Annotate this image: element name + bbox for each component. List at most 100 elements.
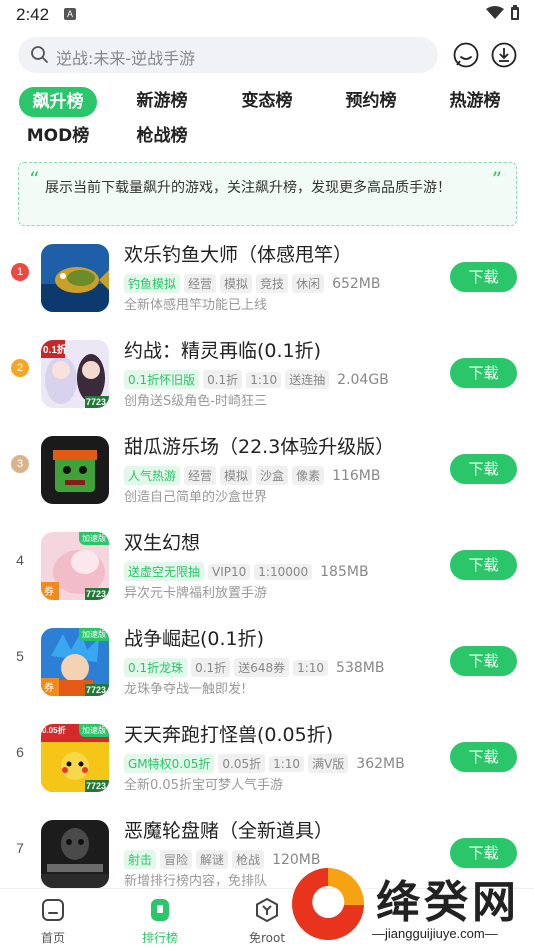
home-icon: [42, 899, 64, 921]
ranking-description-banner: “ 展示当前下载量飙升的游戏，关注飙升榜，发现更多高品质手游！ ”: [18, 162, 517, 226]
game-size: 116MB: [332, 467, 381, 484]
source-badge: 7723: [85, 589, 106, 599]
watermark-brand: 绛癸网: [376, 877, 520, 928]
game-size: 185MB: [320, 563, 369, 580]
game-title: 双生幻想: [124, 532, 201, 554]
game-title: 天天奔跑打怪兽(0.05折): [124, 724, 334, 746]
tab-hot-games[interactable]: 热游榜: [436, 86, 514, 116]
message-icon[interactable]: [452, 41, 480, 69]
game-icon-date-a-live[interactable]: 0.1折 7723: [41, 340, 109, 408]
list-item[interactable]: 6 0.05折 加速版 7723 天天奔跑打怪兽(0.05折) GM特权0.05…: [0, 716, 534, 806]
tag: 满V版: [308, 754, 349, 773]
tag: 枪战: [232, 850, 265, 869]
tag: 0.1折: [203, 370, 243, 389]
tag: 沙盒: [256, 466, 289, 485]
game-description: 新增排行榜内容，免排队: [124, 874, 268, 889]
rank-badge: 1: [11, 263, 29, 281]
list-item[interactable]: 5 加速版 券 7723 战争崛起(0.1折) 0.1折龙珠 0.1折 送648…: [0, 620, 534, 710]
game-icon-war-rise[interactable]: 加速版 券 7723: [41, 628, 109, 696]
search-icon: [31, 46, 48, 63]
source-badge: 7723: [85, 685, 106, 695]
tab-shooter[interactable]: 枪战榜: [123, 121, 201, 151]
game-tags: GM特权0.05折 0.05折 1:10 满V版 362MB: [124, 754, 405, 773]
tab-bt-games[interactable]: 变态榜: [228, 86, 306, 116]
list-item[interactable]: 2 0.1折 7723 约战：精灵再临(0.1折) 0.1折怀旧版 0.1折 1…: [0, 332, 534, 422]
nav-label: 排行榜: [141, 931, 178, 945]
list-item[interactable]: 1 欢乐钓鱼大师（体感甩竿） 钓鱼模拟 经营 模拟 竞技 休闲 652MB 全新…: [0, 236, 534, 326]
download-button[interactable]: 下载: [450, 646, 517, 676]
download-button[interactable]: 下载: [450, 454, 517, 484]
tab-reservation[interactable]: 预约榜: [332, 86, 410, 116]
tag: 模拟: [220, 274, 253, 293]
status-bar: 2:42 A: [0, 0, 534, 30]
notification-a-icon: A: [64, 8, 76, 20]
game-icon-daily-run[interactable]: 0.05折 加速版 7723: [41, 724, 109, 792]
close-quote-icon: ”: [491, 167, 502, 191]
coupon-badge: 券: [44, 683, 54, 694]
tab-mod[interactable]: MOD榜: [19, 121, 97, 151]
nav-home[interactable]: 首页: [8, 889, 98, 951]
tag: 冒险: [160, 850, 193, 869]
tag: 1:10: [246, 371, 282, 388]
game-tags: 人气热游 经营 模拟 沙盒 像素 116MB: [124, 466, 380, 485]
tag: 经营: [184, 466, 217, 485]
coupon-badge: 券: [44, 587, 54, 598]
search-placeholder: 逆战:未来-逆战手游: [56, 49, 196, 68]
game-description: 全新0.05折宝可梦人气手游: [124, 778, 283, 793]
banner-text: 展示当前下载量飙升的游戏，关注飙升榜，发现更多高品质手游！: [45, 180, 451, 196]
nav-ranking[interactable]: 排行榜: [115, 889, 205, 951]
game-title: 欢乐钓鱼大师（体感甩竿）: [124, 244, 353, 266]
game-tags: 0.1折怀旧版 0.1折 1:10 送连抽 2.04GB: [124, 370, 389, 389]
rank-badge: 3: [11, 455, 29, 473]
tab-soaring[interactable]: 飙升榜: [19, 87, 97, 117]
rank-badge: 2: [11, 359, 29, 377]
download-button[interactable]: 下载: [450, 358, 517, 388]
tag: 0.1折: [191, 658, 231, 677]
game-size: 2.04GB: [337, 371, 389, 388]
tag: 射击: [124, 850, 157, 869]
tag: 1:10000: [254, 563, 313, 580]
open-quote-icon: “: [29, 167, 40, 191]
tag: VIP10: [208, 563, 251, 580]
game-description: 异次元卡牌福利放置手游: [124, 586, 268, 601]
search-input[interactable]: 逆战:未来-逆战手游: [18, 37, 438, 73]
game-icon-melon-playground[interactable]: [41, 436, 109, 504]
game-size: 362MB: [356, 755, 405, 772]
discount-badge: 0.1折: [43, 345, 67, 356]
source-badge: 7723: [85, 397, 106, 407]
game-tags: 送虚空无限抽 VIP10 1:10000 185MB: [124, 562, 369, 581]
list-item[interactable]: 4 加速版 券 7723 双生幻想 送虚空无限抽 VIP10 1:10000 1…: [0, 524, 534, 614]
tag: 解谜: [196, 850, 229, 869]
tag: 像素: [292, 466, 325, 485]
tag: 0.05折: [218, 754, 266, 773]
tag: 0.1折怀旧版: [124, 370, 200, 389]
status-time: 2:42: [16, 5, 50, 24]
tag: 竞技: [256, 274, 289, 293]
game-icon-fishing[interactable]: [41, 244, 109, 312]
rank-badge: 4: [16, 552, 24, 568]
tag: 模拟: [220, 466, 253, 485]
game-description: 全新体感甩竿功能已上线: [124, 298, 268, 313]
speed-badge: 加速版: [79, 628, 109, 641]
download-manager-icon[interactable]: [490, 41, 518, 69]
download-button[interactable]: 下载: [450, 742, 517, 772]
site-watermark: 绛癸网 —jiangguijiuye.com—: [288, 862, 534, 950]
download-button[interactable]: 下载: [450, 262, 517, 292]
wifi-icon: [486, 6, 504, 19]
rank-badge: 5: [16, 648, 24, 664]
tag: GM特权0.05折: [124, 754, 215, 773]
status-icons: [486, 5, 520, 21]
game-icon-devil-roulette[interactable]: [41, 820, 109, 888]
game-icon-twin-fantasy[interactable]: 加速版 券 7723: [41, 532, 109, 600]
rank-badge: 7: [16, 840, 24, 856]
game-description: 创角送S级角色-时崎狂三: [124, 394, 267, 409]
tag: 送连抽: [285, 370, 330, 389]
watermark-logo-icon: [292, 868, 365, 940]
speed-badge: 加速版: [79, 532, 109, 545]
tab-new-games[interactable]: 新游榜: [123, 86, 201, 116]
tag: 钓鱼模拟: [124, 274, 181, 293]
download-button[interactable]: 下载: [450, 550, 517, 580]
game-size: 652MB: [332, 275, 381, 292]
tag: 休闲: [292, 274, 325, 293]
list-item[interactable]: 3 甜瓜游乐场（22.3体验升级版） 人气热游 经营 模拟 沙盒 像素 116M…: [0, 428, 534, 518]
